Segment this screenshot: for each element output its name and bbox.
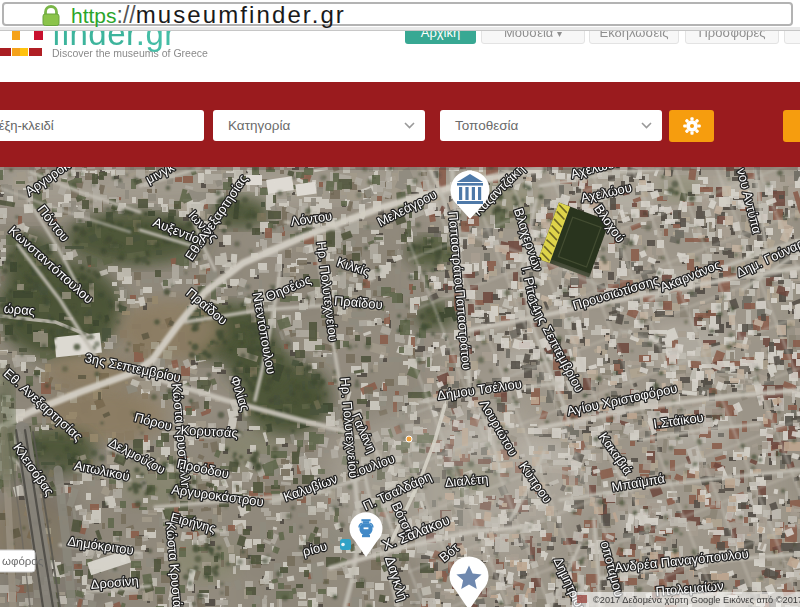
svg-text:Κορυτσάς: Κορυτσάς bbox=[180, 423, 238, 441]
svg-text:ωφόρος: ωφόρος bbox=[2, 555, 44, 567]
svg-text:ώρας: ώρας bbox=[3, 301, 36, 319]
svg-text:©2017 Δεδομένα χάρτη Google Ει: ©2017 Δεδομένα χάρτη Google Εικόνες από … bbox=[593, 595, 800, 605]
